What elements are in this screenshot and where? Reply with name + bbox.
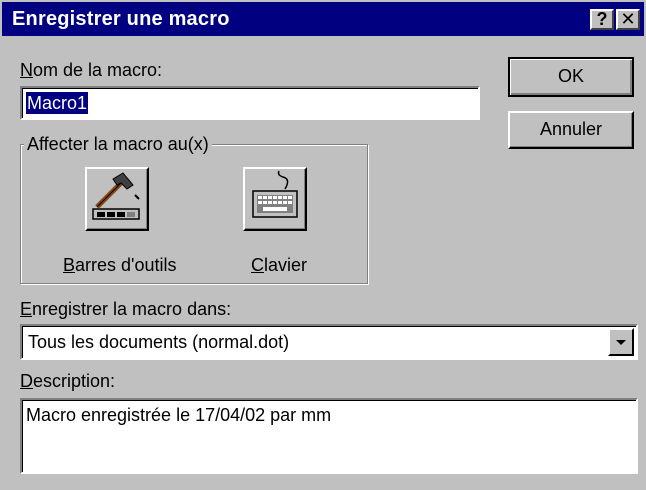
record-macro-dialog: Enregistrer une macro ? ✕ Nom de la macr… xyxy=(0,0,646,490)
toolbars-label-accel: B xyxy=(63,255,76,275)
help-icon: ? xyxy=(596,9,608,29)
window-title: Enregistrer une macro xyxy=(12,8,230,30)
macro-name-value: Macro1 xyxy=(26,92,89,114)
help-button[interactable]: ? xyxy=(590,9,614,30)
toolbars-label: Barres d'outils xyxy=(63,254,177,276)
description-textarea[interactable]: Macro enregistrée le 17/04/02 par mm xyxy=(20,398,638,474)
description-value: Macro enregistrée le 17/04/02 par mm xyxy=(26,405,332,425)
store-in-value: Tous les documents (normal.dot) xyxy=(28,332,290,352)
cancel-button[interactable]: Annuler xyxy=(508,111,634,149)
description-label-accel: D xyxy=(20,371,33,391)
toolbars-label-text: arres d'outils xyxy=(75,255,177,275)
toolbars-button[interactable] xyxy=(85,167,149,231)
description-label: Description: xyxy=(20,370,115,392)
close-button[interactable]: ✕ xyxy=(616,9,640,30)
store-in-label: Enregistrer la macro dans: xyxy=(20,298,231,320)
ok-button-label: OK xyxy=(557,66,584,86)
keyboard-label-accel: C xyxy=(251,255,264,275)
store-in-label-text: nregistrer la macro dans: xyxy=(32,299,232,319)
hammer-toolbar-icon xyxy=(92,172,140,220)
chevron-down-icon xyxy=(616,340,626,345)
macro-name-label: Nom de la macro: xyxy=(20,59,162,81)
store-in-label-accel: E xyxy=(20,299,33,319)
keyboard-label-text: lavier xyxy=(264,255,308,275)
macro-name-input[interactable]: Macro1 xyxy=(20,86,480,120)
store-in-dropdown[interactable]: Tous les documents (normal.dot) xyxy=(20,324,638,360)
keyboard-button[interactable] xyxy=(243,167,307,231)
close-icon: ✕ xyxy=(620,9,636,29)
dropdown-arrow-button[interactable] xyxy=(608,328,634,356)
keyboard-label: Clavier xyxy=(251,254,307,276)
macro-name-label-text: om de la macro: xyxy=(33,60,163,80)
ok-button[interactable]: OK xyxy=(508,57,634,97)
keyboard-icon xyxy=(252,170,298,218)
assign-macro-group-title: Affecter la macro au(x) xyxy=(24,133,212,155)
description-label-text: escription: xyxy=(33,371,116,391)
macro-name-label-accel: N xyxy=(20,60,33,80)
title-bar[interactable]: Enregistrer une macro ? ✕ xyxy=(2,2,644,36)
cancel-button-label: Annuler xyxy=(539,119,603,139)
